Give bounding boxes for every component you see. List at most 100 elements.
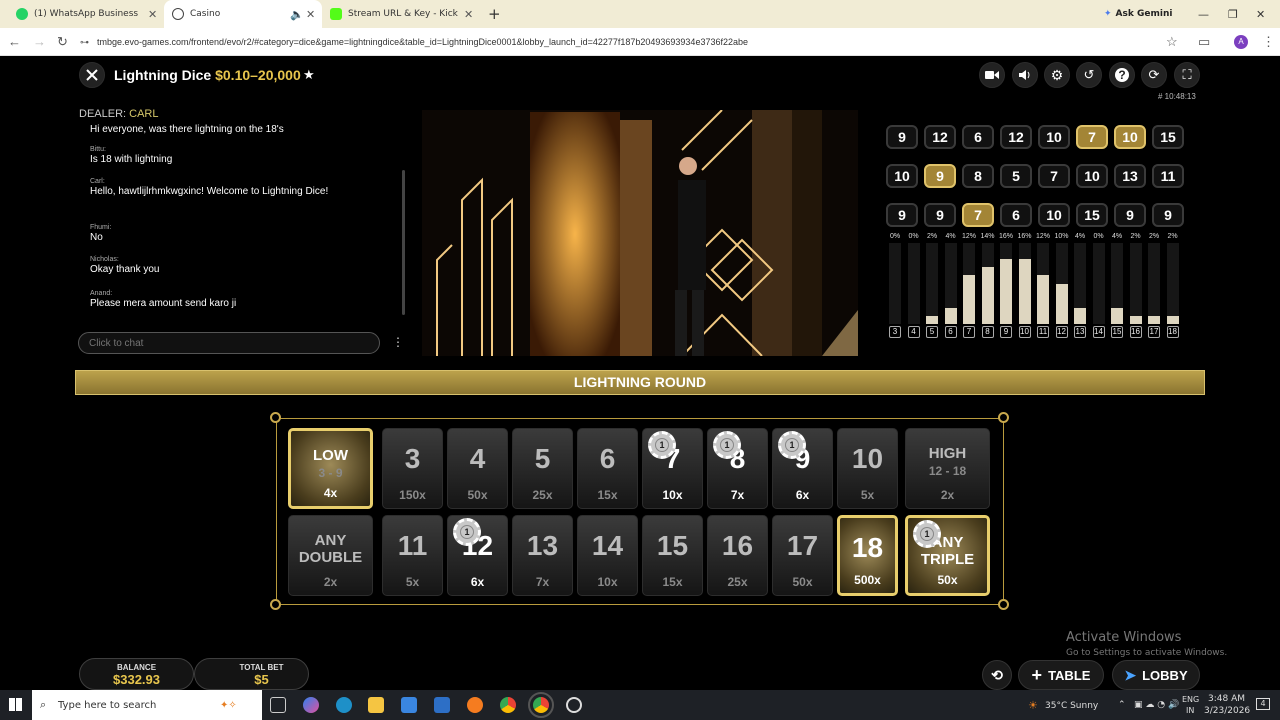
language[interactable]: ENG (1182, 695, 1199, 704)
sidepanel-icon[interactable]: ▭ (1198, 34, 1210, 50)
copilot-icon[interactable] (303, 697, 319, 713)
reconnect-button[interactable]: ⟳ (1141, 62, 1167, 88)
repeat-bet-button[interactable]: ⟲ (982, 660, 1012, 690)
store-icon[interactable] (401, 697, 417, 713)
notification-icon[interactable]: 4 (1256, 698, 1270, 710)
tab-whatsapp[interactable]: (1) WhatsApp Business ✕ (8, 0, 160, 28)
resize-handle[interactable] (998, 412, 1009, 423)
lobby-icon: ➤ (1124, 666, 1137, 683)
lobby-button[interactable]: ➤ LOBBY (1112, 660, 1200, 690)
speaker-icon[interactable]: 🔈 (290, 8, 304, 21)
bookmark-star-icon[interactable]: ☆ (1166, 34, 1178, 50)
video-button[interactable] (979, 62, 1005, 88)
history-result: 10 (1038, 203, 1070, 227)
tab-casino[interactable]: Casino 🔈 ✕ (164, 0, 322, 28)
history-button[interactable]: ↺ (1076, 62, 1102, 88)
minimize-icon[interactable]: — (1198, 0, 1209, 28)
task-view-icon[interactable] (270, 697, 286, 713)
tab-kick-dashboard[interactable]: Stream URL & Key - Kick Dashb ✕ (324, 0, 480, 28)
bet-spot[interactable]: 13 7x (512, 515, 573, 596)
close-tab-icon[interactable]: ✕ (464, 8, 473, 21)
chat-more-icon[interactable]: ⋮ (392, 335, 404, 349)
bet-number: 3 (404, 443, 421, 474)
forward-icon[interactable]: → (33, 34, 46, 50)
resize-handle[interactable] (270, 599, 281, 610)
bet-spot[interactable]: 8 7x 1 (707, 428, 768, 509)
bet-spot[interactable]: 15 15x (642, 515, 703, 596)
tray-icons[interactable]: ▣ ☁ ◔ 🔊 (1134, 700, 1179, 710)
chat-scrollbar[interactable] (402, 170, 405, 315)
settings-button[interactable]: ⚙ (1044, 62, 1070, 88)
address-bar[interactable]: ⊶ tmbge.evo-games.com/frontend/evo/r2/#c… (80, 31, 1190, 53)
stat-label: 17 (1148, 326, 1160, 338)
table-button[interactable]: + TABLE (1018, 660, 1104, 690)
windows-start-icon[interactable] (9, 698, 22, 711)
game-title: Lightning Dice $0.10–20,000 (114, 67, 301, 83)
history-result: 9 (886, 125, 918, 149)
placed-chip[interactable]: 1 (713, 431, 741, 459)
bet-payout: 5x (405, 575, 420, 589)
chat-input[interactable] (78, 332, 380, 354)
help-button[interactable]: ? (1109, 62, 1135, 88)
close-tab-icon[interactable]: ✕ (306, 8, 315, 21)
stat-bar (1018, 243, 1031, 324)
bet-number: 13 (526, 530, 559, 561)
tray-chevron-icon[interactable]: ⌃ (1118, 700, 1126, 710)
file-explorer-icon[interactable] (368, 697, 384, 713)
new-tab-button[interactable]: + (488, 0, 501, 28)
favourite-icon[interactable]: ★ (303, 67, 315, 83)
bet-spot[interactable]: 18 500x (837, 515, 898, 596)
profile-avatar[interactable]: A (1234, 35, 1248, 49)
close-tab-icon[interactable]: ✕ (148, 8, 157, 21)
edge-icon[interactable] (336, 697, 352, 713)
placed-chip[interactable]: 1 (913, 520, 941, 548)
history-result: 9 (1152, 203, 1184, 227)
sound-button[interactable] (1012, 62, 1038, 88)
history-result: 9 (924, 203, 956, 227)
chrome-icon[interactable] (500, 697, 516, 713)
close-window-icon[interactable]: ✕ (1256, 0, 1265, 28)
fullscreen-button[interactable]: ⛶ (1174, 62, 1200, 88)
bet-spot[interactable]: 4 50x (447, 428, 508, 509)
resize-handle[interactable] (998, 599, 1009, 610)
chrome-active-icon[interactable] (528, 692, 554, 718)
windows-activation-watermark: Activate Windows Go to Settings to activ… (1066, 630, 1227, 658)
bet-spot[interactable]: 3 150x (382, 428, 443, 509)
bet-spot[interactable]: 6 15x (577, 428, 638, 509)
placed-chip[interactable]: 1 (453, 518, 481, 546)
site-info-icon[interactable]: ⊶ (80, 37, 89, 48)
bet-spot[interactable]: 17 50x (772, 515, 833, 596)
firefox-icon[interactable] (467, 697, 483, 713)
app-icon[interactable] (566, 697, 582, 713)
bet-spot[interactable]: ANY DOUBLE 2x (288, 515, 373, 596)
resize-handle[interactable] (270, 412, 281, 423)
bet-spot[interactable]: 7 10x 1 (642, 428, 703, 509)
bet-spot[interactable]: 16 25x (707, 515, 768, 596)
placed-chip[interactable]: 1 (648, 431, 676, 459)
reconnect-icon: ⟳ (1148, 67, 1160, 82)
region[interactable]: IN (1186, 706, 1194, 715)
bet-spot[interactable]: LOW 3 - 9 4x (288, 428, 373, 509)
clock-date[interactable]: 3/23/2026 (1204, 706, 1250, 716)
reload-icon[interactable]: ↻ (57, 34, 68, 50)
bet-spot[interactable]: 12 6x 1 (447, 515, 508, 596)
clock-time[interactable]: 3:48 AM (1208, 694, 1245, 704)
bet-spot[interactable]: 5 25x (512, 428, 573, 509)
mail-icon[interactable] (434, 697, 450, 713)
total-bet-value: $5 (254, 672, 269, 687)
close-game-button[interactable] (79, 62, 105, 88)
stat-label: 14 (1092, 326, 1105, 338)
bet-spot[interactable]: HIGH 12 - 18 2x (905, 428, 990, 509)
placed-chip[interactable]: 1 (778, 431, 806, 459)
bet-spot[interactable]: 10 5x (837, 428, 898, 509)
back-icon[interactable]: ← (8, 34, 21, 50)
bet-spot[interactable]: 9 6x 1 (772, 428, 833, 509)
bet-range: 3 - 9 (318, 466, 343, 480)
bet-spot[interactable]: 14 10x (577, 515, 638, 596)
bet-spot[interactable]: ANY TRIPLE 50x 1 (905, 515, 990, 596)
bet-spot[interactable]: 11 5x (382, 515, 443, 596)
menu-icon[interactable]: ⋮ (1262, 34, 1275, 50)
ask-gemini-button[interactable]: ✦ Ask Gemini (1104, 0, 1186, 28)
taskbar-search[interactable]: ⌕ Type here to search ✦✧ (32, 690, 262, 720)
restore-icon[interactable]: ❐ (1228, 0, 1238, 28)
